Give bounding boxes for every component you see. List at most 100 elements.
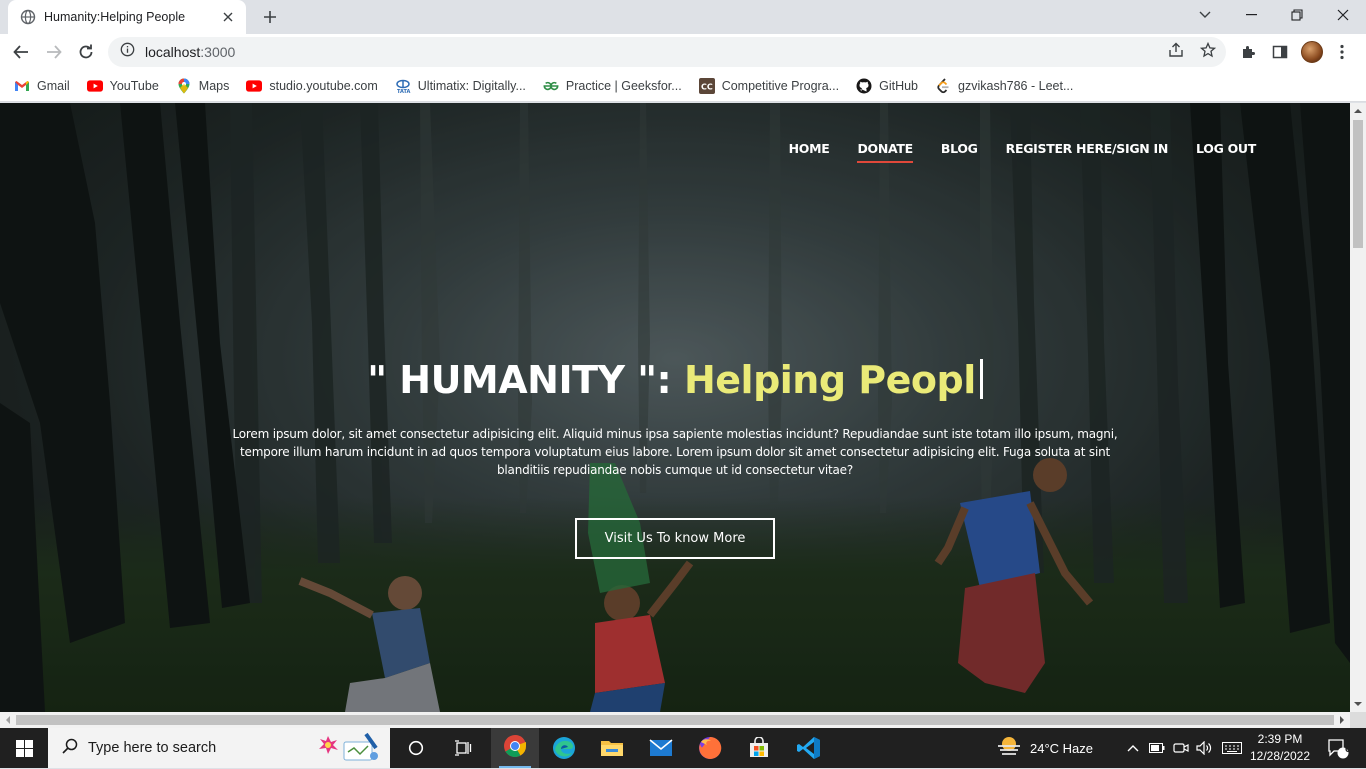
taskbar-clock[interactable]: 2:39 PM 12/28/2022 [1248,731,1312,765]
battery-icon[interactable] [1146,728,1168,768]
chrome-icon [503,734,527,763]
notifications-icon[interactable]: 6 [1318,728,1358,768]
address-bar[interactable]: localhost:3000 [108,37,1226,67]
extensions-puzzle-icon[interactable] [1234,38,1262,66]
nav-donate[interactable]: DONATE [857,141,913,163]
horizontal-scrollbar[interactable] [0,712,1350,728]
hero-paragraph: Lorem ipsum dolor, sit amet consectetur … [232,427,1118,477]
cortana-icon[interactable] [394,728,438,768]
vertical-scrollbar[interactable] [1350,103,1366,712]
menu-kebab-icon[interactable] [1328,38,1356,66]
bookmark-star-icon[interactable] [1199,41,1217,59]
haze-weather-icon [996,736,1022,761]
close-tab-icon[interactable] [220,9,236,25]
browser-tab[interactable]: Humanity:Helping People [8,0,246,34]
bookmark-gmail[interactable]: Gmail [14,72,70,100]
search-placeholder: Type here to search [88,740,217,756]
nav-register-sign-in[interactable]: REGISTER HERE/SIGN IN [1006,141,1169,163]
vertical-scroll-thumb[interactable] [1353,120,1363,248]
hero-background-image [0,103,1350,712]
hero-title-static: " HUMANITY ": [367,358,684,402]
profile-avatar[interactable] [1298,38,1326,66]
new-tab-icon[interactable] [258,6,282,28]
volume-icon[interactable] [1193,728,1215,768]
back-arrow-icon[interactable] [7,38,35,66]
search-highlight-illustration-icon [316,732,382,769]
youtube-studio-icon [246,78,263,94]
maps-icon [176,78,192,94]
bookmark-label: gzvikash786 - Leet... [958,78,1074,93]
taskbar-search-box[interactable]: Type here to search [48,728,390,768]
restore-icon[interactable] [1274,0,1320,30]
minimize-icon[interactable] [1228,0,1274,30]
tab-search-chevron-icon[interactable] [1182,0,1228,30]
bookmark-label: Ultimatix: Digitally... [417,78,526,93]
bookmark-ultimatix[interactable]: TATA Ultimatix: Digitally... [395,72,526,100]
edge-icon[interactable] [541,728,587,768]
bookmark-maps[interactable]: Maps [176,72,230,100]
url-port: :3000 [200,44,236,60]
notification-count-badge: 6 [1345,744,1351,755]
visit-us-button[interactable]: Visit Us To know More [575,518,775,559]
keyboard-icon[interactable] [1218,728,1246,768]
bookmark-label: studio.youtube.com [269,78,378,93]
bookmark-label: YouTube [109,78,159,93]
search-icon [62,738,78,759]
geeksforgeeks-icon [543,78,559,94]
bookmark-geeksforgeeks[interactable]: Practice | Geeksfor... [543,72,682,100]
side-panel-icon[interactable] [1266,38,1294,66]
bookmark-label: GitHub [879,78,919,93]
browser-tab-strip: Humanity:Helping People [0,0,1366,34]
github-icon [856,78,872,94]
meet-now-icon[interactable] [1170,728,1192,768]
bookmark-label: Maps [198,78,230,93]
forest-trees-illustration [0,103,1350,712]
leetcode-icon [935,77,951,94]
site-info-icon[interactable] [120,42,135,62]
globe-icon [20,9,36,25]
page-viewport: HOME DONATE BLOG REGISTER HERE/SIGN IN L… [0,103,1350,712]
tata-icon: TATA [395,78,411,94]
forward-arrow-icon[interactable] [40,38,68,66]
mail-icon[interactable] [638,728,684,768]
bookmark-leetcode[interactable]: gzvikash786 - Leet... [935,72,1073,100]
scroll-right-arrow-icon[interactable] [1338,716,1346,724]
nav-blog[interactable]: BLOG [941,141,978,163]
browser-toolbar: localhost:3000 [0,34,1366,70]
clock-date: 12/28/2022 [1249,749,1311,763]
horizontal-scroll-thumb[interactable] [16,715,1334,725]
scroll-up-arrow-icon[interactable] [1354,107,1362,115]
bookmark-label: Gmail [37,78,70,93]
scroll-left-arrow-icon[interactable] [4,716,12,724]
share-icon[interactable] [1167,41,1185,59]
task-view-icon[interactable] [440,728,486,768]
taskbar-chrome[interactable] [491,728,539,768]
hero-title: " HUMANITY ": Helping Peopl [0,358,1350,402]
avatar [1301,41,1323,63]
nav-home[interactable]: HOME [789,141,830,163]
bookmarks-bar: Gmail YouTube Maps studio.youtube.com TA… [0,70,1366,102]
reload-icon[interactable] [72,38,100,66]
url-host: localhost [145,44,201,60]
firefox-icon[interactable] [687,728,733,768]
bookmark-youtube-studio[interactable]: studio.youtube.com [246,72,378,100]
svg-text:TATA: TATA [397,89,411,94]
site-nav: HOME DONATE BLOG REGISTER HERE/SIGN IN L… [789,141,1256,163]
scroll-down-arrow-icon[interactable] [1354,700,1362,708]
file-explorer-icon[interactable] [589,728,635,768]
url-text: localhost:3000 [145,44,235,60]
microsoft-store-icon[interactable] [736,728,782,768]
bookmark-github[interactable]: GitHub [856,72,918,100]
bookmark-codechef[interactable]: CC Competitive Progra... [698,72,839,100]
nav-log-out[interactable]: LOG OUT [1196,141,1256,163]
show-hidden-icons-chevron-icon[interactable] [1122,728,1144,768]
windows-taskbar: Type here to search 24°C Haze 2:39 PM 12… [0,728,1366,768]
bookmark-youtube[interactable]: YouTube [86,72,159,100]
vscode-icon[interactable] [785,728,833,768]
close-window-icon[interactable] [1320,0,1366,30]
weather-text: 24°C Haze [1030,740,1094,756]
scrollbar-corner [1350,712,1366,728]
gmail-icon [14,78,30,94]
windows-start-icon[interactable] [0,728,48,768]
weather-widget[interactable]: 24°C Haze [996,728,1108,768]
